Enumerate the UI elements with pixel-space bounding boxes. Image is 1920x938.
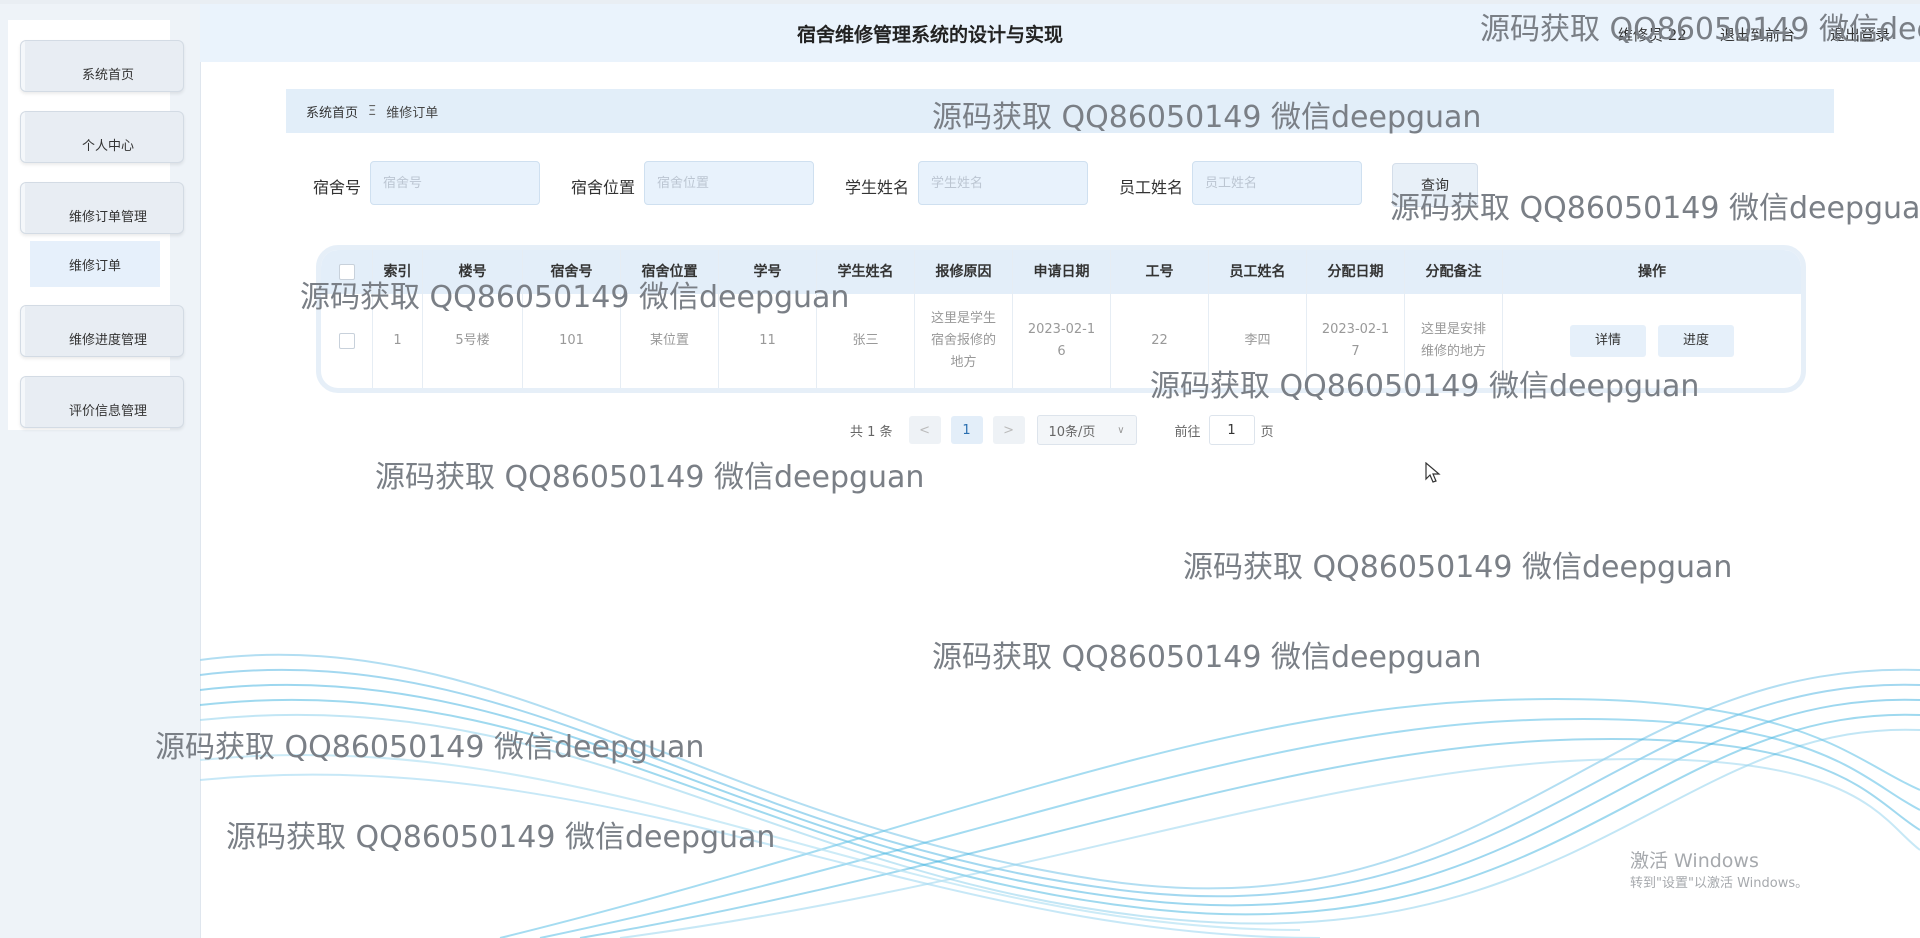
breadcrumb-separator-icon: Ξ bbox=[368, 103, 377, 119]
sidebar-item-profile[interactable]: 个人中心 bbox=[20, 111, 184, 163]
sidebar-item-label: 维修进度管理 bbox=[68, 332, 147, 348]
page-unit-label: 页 bbox=[1260, 424, 1274, 440]
watermark-text: 源码获取 QQ86050149 微信deepguan bbox=[932, 100, 1482, 135]
windows-activate-subtitle: 转到"设置"以激活 Windows。 bbox=[1630, 876, 1809, 891]
progress-button[interactable]: 进度 bbox=[1658, 325, 1734, 357]
pagination-total: 共 1 条 bbox=[850, 424, 893, 440]
cell-apply-date: 2023-02-16 bbox=[1013, 294, 1111, 388]
prev-page-button[interactable]: < bbox=[908, 416, 941, 444]
pagination: 共 1 条 < 1 > 10条/页 ∨ 前往 1 页 bbox=[850, 415, 1274, 445]
page-size-select[interactable]: 10条/页 ∨ bbox=[1036, 415, 1137, 445]
breadcrumb-home[interactable]: 系统首页 bbox=[306, 102, 358, 121]
windows-activate-title: 激活 Windows bbox=[1630, 850, 1759, 872]
sidebar-subitem-repair-order[interactable]: 维修订单 bbox=[30, 241, 160, 287]
watermark-text: 源码获取 QQ86050149 微信deepguan bbox=[1150, 369, 1700, 404]
cell-reason: 这里是学生宿舍报修的地方 bbox=[915, 294, 1013, 388]
goto-page-input[interactable]: 1 bbox=[1208, 415, 1255, 445]
header-reason[interactable]: 报修原因 bbox=[915, 250, 1013, 294]
header-staff-name[interactable]: 员工姓名 bbox=[1209, 250, 1307, 294]
chevron-down-icon: ∨ bbox=[1117, 424, 1125, 436]
header-assign-date[interactable]: 分配日期 bbox=[1307, 250, 1405, 294]
row-checkbox[interactable] bbox=[338, 333, 355, 349]
sidebar-item-label: 系统首页 bbox=[81, 67, 134, 83]
watermark-text: 源码获取 QQ86050149 微信deepguan bbox=[1390, 191, 1920, 226]
search-label-dorm-location: 宿舍位置 bbox=[571, 178, 636, 197]
breadcrumb-current: 维修订单 bbox=[386, 105, 439, 121]
watermark-text: 源码获取 QQ86050149 微信deepguan bbox=[1183, 550, 1733, 585]
sidebar-item-label: 维修订单管理 bbox=[68, 209, 147, 225]
sidebar-item-label: 评价信息管理 bbox=[68, 403, 147, 419]
watermark-text: 源码获取 QQ86050149 微信deepguan bbox=[932, 640, 1482, 675]
search-label-student-name: 学生姓名 bbox=[845, 178, 910, 197]
student-name-input[interactable] bbox=[918, 161, 1088, 205]
page-1-button[interactable]: 1 bbox=[950, 416, 983, 444]
header-apply-date[interactable]: 申请日期 bbox=[1013, 250, 1111, 294]
header-actions: 操作 bbox=[1638, 264, 1666, 280]
sidebar-item-review-mgmt[interactable]: 评价信息管理 bbox=[20, 376, 184, 428]
mouse-cursor-icon bbox=[1425, 462, 1441, 483]
search-label-dorm-no: 宿舍号 bbox=[313, 178, 362, 197]
watermark-text: 源码获取 QQ86050149 微信deepguan bbox=[300, 280, 850, 315]
watermark-text: 源码获取 QQ86050149 微信deepguan bbox=[155, 730, 705, 765]
page-title: 宿舍维修管理系统的设计与实现 bbox=[796, 24, 1063, 46]
goto-label: 前往 bbox=[1174, 424, 1201, 440]
header-staff-no[interactable]: 工号 bbox=[1111, 250, 1209, 294]
sidebar-item-repair-order-mgmt[interactable]: 维修订单管理 bbox=[20, 182, 184, 234]
watermark-text: 源码获取 QQ86050149 微信deepguan bbox=[375, 460, 925, 495]
search-label-staff-name: 员工姓名 bbox=[1119, 178, 1184, 197]
sidebar-item-home[interactable]: 系统首页 bbox=[20, 40, 184, 92]
watermark-text: 源码获取 QQ86050149 微信deepguan bbox=[226, 820, 776, 855]
next-page-button[interactable]: > bbox=[992, 416, 1025, 444]
page-size-value: 10条/页 bbox=[1048, 424, 1096, 440]
detail-button[interactable]: 详情 bbox=[1570, 325, 1646, 357]
staff-name-input[interactable] bbox=[1192, 161, 1362, 205]
header-assign-note[interactable]: 分配备注 bbox=[1405, 250, 1503, 294]
dorm-no-input[interactable] bbox=[370, 161, 540, 205]
watermark-text: 源码获取 QQ86050149 微信dee bbox=[1480, 12, 1920, 47]
sidebar-item-progress-mgmt[interactable]: 维修进度管理 bbox=[20, 305, 184, 357]
sidebar-item-label: 个人中心 bbox=[81, 138, 134, 154]
dorm-location-input[interactable] bbox=[644, 161, 814, 205]
